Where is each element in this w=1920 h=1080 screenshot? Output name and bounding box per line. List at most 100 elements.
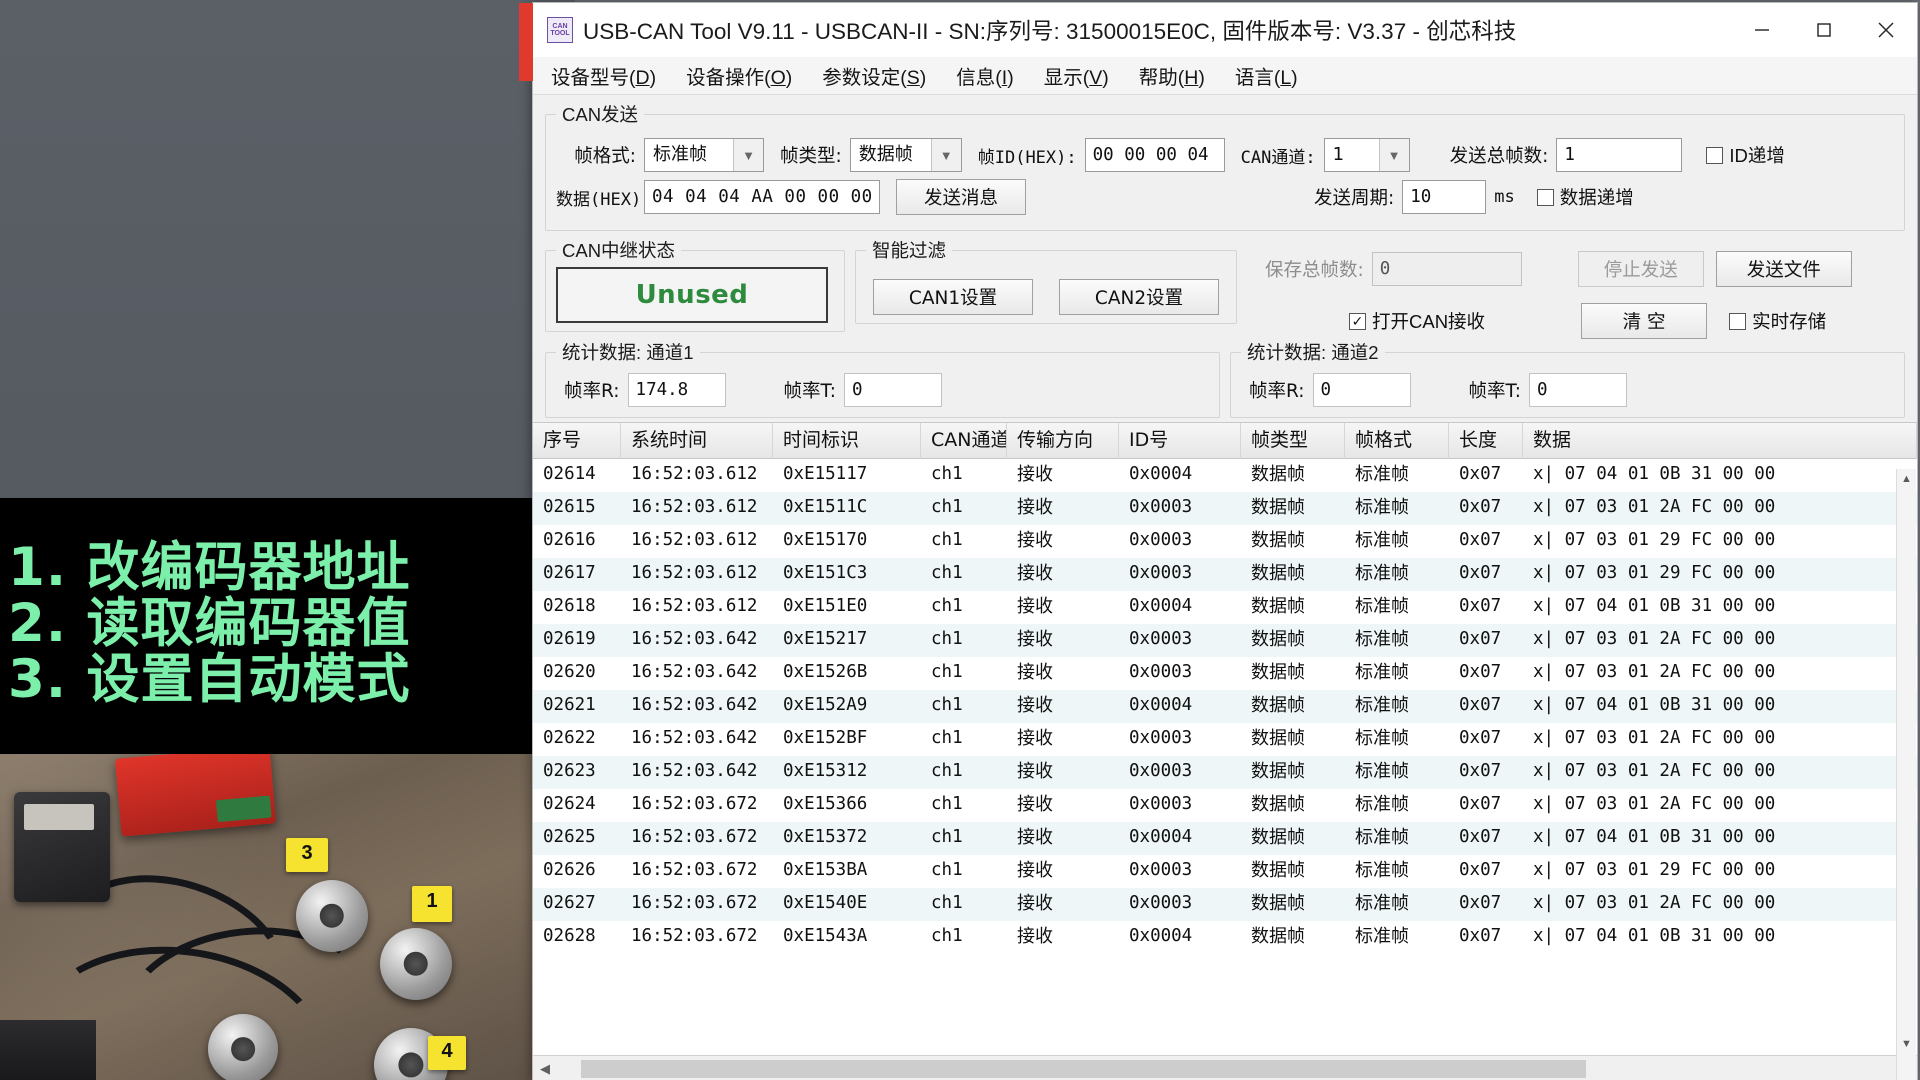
data-increment-checkbox[interactable]: 数据递增 xyxy=(1536,184,1634,210)
table-cell: 02624 xyxy=(543,794,596,814)
menu-info[interactable]: 信息(I) xyxy=(952,59,1017,92)
table-cell: 0x0003 xyxy=(1129,860,1193,880)
table-cell: 0xE153BA xyxy=(783,860,868,880)
open-can-receive-checkbox[interactable]: ✓ 打开CAN接收 xyxy=(1349,308,1485,334)
can1-settings-button[interactable]: CAN1设置 xyxy=(873,279,1033,315)
stop-send-button[interactable]: 停止发送 xyxy=(1577,251,1704,287)
middle-section: CAN中继状态 Unused 智能过滤 CAN1设置 CAN2设置 保存总帧数:… xyxy=(545,237,1905,339)
column-header-can-channel[interactable]: CAN通道 xyxy=(921,422,1007,459)
table-row[interactable]: 02621 16:52:03.642 0xE152A9 ch1 接收 0x0004 数据帧 标… xyxy=(533,690,1917,723)
menu-language-label: 语言( xyxy=(1234,67,1281,89)
menu-display[interactable]: 显示(V) xyxy=(1040,59,1113,92)
table-cell: 16:52:03.672 xyxy=(631,893,758,913)
stats-ch1-legend: 统计数据: 通道1 xyxy=(562,342,694,363)
table-cell: 接收 xyxy=(1017,926,1053,947)
vertical-scrollbar[interactable]: ▲ ▼ xyxy=(1896,469,1916,1080)
column-header-id[interactable]: ID号 xyxy=(1119,422,1241,459)
column-header-index[interactable]: 序号 xyxy=(533,422,621,459)
table-cell: 标准帧 xyxy=(1355,596,1409,617)
ch1-rate-r-value: 174.8 xyxy=(627,373,726,407)
menu-language[interactable]: 语言(L) xyxy=(1231,59,1302,92)
frame-type-select[interactable]: 数据帧 ▼ xyxy=(849,138,962,172)
table-cell: 16:52:03.642 xyxy=(631,629,758,649)
column-header-data[interactable]: 数据 xyxy=(1523,422,1917,459)
table-cell: 标准帧 xyxy=(1355,497,1409,518)
table-cell: 02618 xyxy=(543,596,596,616)
table-cell: ch1 xyxy=(931,464,963,484)
table-row[interactable]: 02626 16:52:03.672 0xE153BA ch1 接收 0x0003 数据帧 标… xyxy=(533,855,1917,888)
table-row[interactable]: 02614 16:52:03.612 0xE15117 ch1 接收 0x0004 数据帧 标… xyxy=(533,459,1917,492)
statistics-section: 统计数据: 通道1 帧率R: 174.8 帧率T: 0 统计数据: 通道2 帧率… xyxy=(545,339,1905,422)
table-row[interactable]: 02628 16:52:03.672 0xE1543A ch1 接收 0x0004 数据帧 标… xyxy=(533,921,1917,954)
table-cell: 标准帧 xyxy=(1355,827,1409,848)
table-cell: 02617 xyxy=(543,563,596,583)
table-cell: 02615 xyxy=(543,497,596,517)
table-row[interactable]: 02617 16:52:03.612 0xE151C3 ch1 接收 0x0003 数据帧 标… xyxy=(533,558,1917,591)
table-row[interactable]: 02622 16:52:03.642 0xE152BF ch1 接收 0x0003 数据帧 标… xyxy=(533,723,1917,756)
send-message-button[interactable]: 发送消息 xyxy=(896,179,1026,215)
chevron-down-icon: ▼ xyxy=(1378,139,1409,171)
table-cell: 数据帧 xyxy=(1251,827,1305,848)
table-cell: x| 07 03 01 2A FC 00 00 xyxy=(1533,629,1776,649)
column-header-system-time[interactable]: 系统时间 xyxy=(621,422,773,459)
table-cell: 16:52:03.642 xyxy=(631,662,758,682)
data-hex-input[interactable]: 04 04 04 AA 00 00 00 00 xyxy=(644,180,880,214)
column-header-length[interactable]: 长度 xyxy=(1449,422,1523,459)
column-header-direction[interactable]: 传输方向 xyxy=(1007,422,1119,459)
scroll-down-icon[interactable]: ▼ xyxy=(1897,1034,1916,1054)
total-frames-label: 发送总帧数: xyxy=(1449,146,1549,167)
table-row[interactable]: 02624 16:52:03.672 0xE15366 ch1 接收 0x0003 数据帧 标… xyxy=(533,789,1917,822)
frame-id-input[interactable]: 00 00 00 04 xyxy=(1084,138,1225,172)
menu-device-model[interactable]: 设备型号(D) xyxy=(547,59,660,92)
column-header-timestamp[interactable]: 时间标识 xyxy=(773,422,921,459)
column-header-frame-format[interactable]: 帧格式 xyxy=(1345,422,1449,459)
saved-frames-value: 0 xyxy=(1371,252,1522,286)
scroll-left-icon[interactable]: ◀ xyxy=(533,1061,557,1077)
table-row[interactable]: 02618 16:52:03.612 0xE151E0 ch1 接收 0x0004 数据帧 标… xyxy=(533,591,1917,624)
maximize-icon[interactable] xyxy=(1793,3,1855,57)
table-row[interactable]: 02619 16:52:03.642 0xE15217 ch1 接收 0x0003 数据帧 标… xyxy=(533,624,1917,657)
table-row[interactable]: 02625 16:52:03.672 0xE15372 ch1 接收 0x0004 数据帧 标… xyxy=(533,822,1917,855)
horizontal-scrollbar[interactable]: ◀ ▶ xyxy=(533,1055,1917,1080)
clear-button[interactable]: 清 空 xyxy=(1581,303,1708,339)
table-cell: x| 07 03 01 2A FC 00 00 xyxy=(1533,728,1776,748)
menu-display-hotkey: V xyxy=(1089,67,1103,89)
table-row[interactable]: 02627 16:52:03.672 0xE1540E ch1 接收 0x0003 数据帧 标… xyxy=(533,888,1917,921)
frame-format-label: 帧格式: xyxy=(574,146,636,167)
window-titlebar[interactable]: CAN TOOL USB-CAN Tool V9.11 - USBCAN-II … xyxy=(533,3,1917,57)
table-cell: 02628 xyxy=(543,926,596,946)
menu-device-operation[interactable]: 设备操作(O) xyxy=(682,59,796,92)
table-cell: 接收 xyxy=(1017,728,1053,749)
can-channel-value: 1 xyxy=(1332,144,1345,165)
total-frames-input[interactable]: 1 xyxy=(1556,138,1683,172)
table-cell: 0xE15312 xyxy=(783,761,868,781)
table-cell: ch1 xyxy=(931,827,963,847)
hscroll-thumb[interactable] xyxy=(581,1059,1586,1078)
id-increment-checkbox[interactable]: ID递增 xyxy=(1706,142,1785,168)
scroll-up-icon[interactable]: ▲ xyxy=(1897,469,1916,489)
column-header-frame-type[interactable]: 帧类型 xyxy=(1241,422,1345,459)
table-cell: 02619 xyxy=(543,629,596,649)
table-row[interactable]: 02623 16:52:03.642 0xE15312 ch1 接收 0x0003 数据帧 标… xyxy=(533,756,1917,789)
table-cell: 02625 xyxy=(543,827,596,847)
table-row[interactable]: 02620 16:52:03.642 0xE1526B ch1 接收 0x0003 数据帧 标… xyxy=(533,657,1917,690)
close-icon[interactable] xyxy=(1855,3,1917,57)
menu-help[interactable]: 帮助(H) xyxy=(1135,59,1209,92)
table-cell: x| 07 04 01 0B 31 00 00 xyxy=(1533,827,1776,847)
table-cell: 数据帧 xyxy=(1251,695,1305,716)
hscroll-track[interactable] xyxy=(581,1059,1869,1078)
minimize-icon[interactable] xyxy=(1731,3,1793,57)
can-channel-select[interactable]: 1 ▼ xyxy=(1323,138,1410,172)
frame-format-select[interactable]: 标准帧 ▼ xyxy=(644,138,764,172)
realtime-save-checkbox[interactable]: 实时存储 xyxy=(1729,308,1826,334)
table-cell: 0x0003 xyxy=(1129,530,1193,550)
encoder-tag-b: 1 xyxy=(412,886,452,922)
table-cell: x| 07 03 01 29 FC 00 00 xyxy=(1533,530,1776,550)
table-row[interactable]: 02616 16:52:03.612 0xE15170 ch1 接收 0x0003 数据帧 标… xyxy=(533,525,1917,558)
table-cell: 02627 xyxy=(543,893,596,913)
send-file-button[interactable]: 发送文件 xyxy=(1715,251,1852,287)
can2-settings-button[interactable]: CAN2设置 xyxy=(1059,279,1219,315)
send-period-input[interactable]: 10 xyxy=(1402,180,1487,214)
menu-parameter-settings[interactable]: 参数设定(S) xyxy=(818,59,930,92)
table-row[interactable]: 02615 16:52:03.612 0xE1511C ch1 接收 0x0003 数据帧 标… xyxy=(533,492,1917,525)
